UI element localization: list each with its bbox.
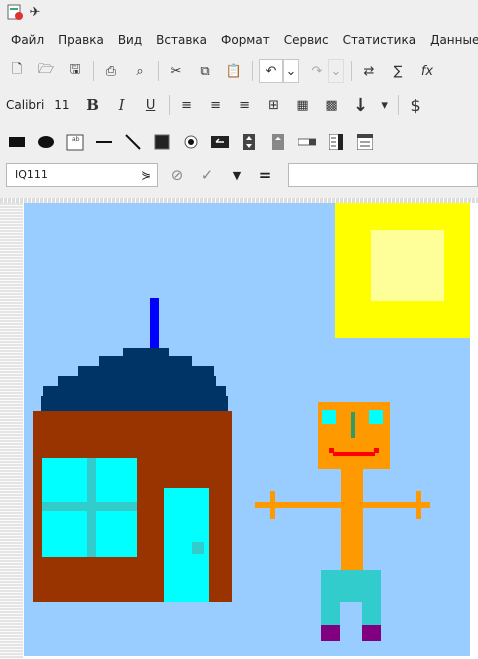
undo-icon[interactable]: ↶ [259,59,283,83]
sun-core [371,230,444,301]
scrollbar-icon[interactable] [296,131,318,153]
italic-icon[interactable]: I [111,94,133,116]
person-right-leg [362,600,381,627]
toolbar-separator [351,61,352,81]
arrow-line-icon[interactable] [122,131,144,153]
menu-statistics[interactable]: Статистика [336,33,424,47]
person-mouth-corner [329,448,334,453]
sort-icon[interactable]: ↓ [350,94,372,116]
door-knob [192,542,204,554]
person-mouth [333,452,375,456]
open-icon[interactable]: 🗁 [35,60,57,82]
rectangle-icon[interactable] [6,131,28,153]
svg-text:ab: ab [72,136,80,143]
font-name[interactable]: Calibri [6,98,44,112]
person-right-shoe [362,625,381,641]
person-arms [255,502,430,508]
house-chimney [150,298,159,348]
align-right-icon[interactable]: ≡ [234,94,256,116]
ellipse-icon[interactable] [35,131,57,153]
name-box[interactable]: IQ111 ⋟ [6,163,158,187]
align-left-icon[interactable]: ≡ [176,94,198,116]
redo-dropdown-icon[interactable]: ⌄ [328,59,344,83]
font-size[interactable]: 11 [54,98,69,112]
sort-dropdown-icon[interactable]: ▾ [379,94,391,116]
person-left-shoe [321,625,340,641]
pin-icon[interactable]: ✈ [24,1,46,23]
spreadsheet-grid[interactable] [0,198,478,659]
menu-view[interactable]: Вид [111,33,149,47]
person-nose [351,412,355,438]
title-bar: ✈ [0,0,478,24]
menu-edit[interactable]: Правка [51,33,111,47]
formatting-toolbar: Calibri 11 B I U ≡ ≡ ≡ ⊞ ▦ ▩ ↓ ▾ $ [0,90,478,120]
spin-icon[interactable] [238,131,260,153]
accept-icon[interactable]: ✓ [196,164,218,186]
currency-icon[interactable]: $ [405,94,427,116]
toolbar-separator [158,61,159,81]
square-icon[interactable] [151,131,173,153]
formula-input[interactable] [288,163,478,187]
formula-bar: IQ111 ⋟ ⊘ ✓ ▼ = [0,158,478,194]
drawing-toolbar: ab [0,127,478,157]
copy-icon[interactable]: ⧉ [194,60,216,82]
menu-file[interactable]: Файл [4,33,51,47]
callout-icon[interactable]: ab [64,131,86,153]
function-wizard-dropdown-icon[interactable]: ▼ [226,164,248,186]
bold-icon[interactable]: B [82,94,104,116]
name-box-value: IQ111 [15,168,48,181]
background-icon[interactable]: ▩ [321,94,343,116]
underline-icon[interactable]: U [140,94,162,116]
menu-format[interactable]: Формат [214,33,277,47]
menu-tools[interactable]: Сервис [277,33,336,47]
menu-data[interactable]: Данные [423,33,478,47]
person-right-hand [416,491,421,519]
function-icon[interactable]: fx [416,60,438,82]
line-icon[interactable] [93,131,115,153]
find-replace-icon[interactable]: ⇄ [358,60,380,82]
window-frame-horizontal [42,502,137,511]
standard-toolbar: 🗋 🗁 🖫 ⎙ ⌕ ✂ ⧉ 📋 ↶ ⌄ ↷ ⌄ ⇄ ∑ fx [0,56,478,86]
person-hips [321,570,381,602]
undo-dropdown-icon[interactable]: ⌄ [283,59,299,83]
scroll-spin-icon[interactable] [267,131,289,153]
person-left-eye [322,410,336,424]
person-right-eye [369,410,383,424]
print-preview-icon[interactable]: ⌕ [129,60,151,82]
menu-bar: Файл Правка Вид Вставка Формат Сервис Ст… [0,24,478,56]
person-left-leg [321,600,340,627]
form-icon[interactable] [354,131,376,153]
merge-icon[interactable]: ⊞ [263,94,285,116]
person-body [341,469,363,575]
listbox-icon[interactable] [325,131,347,153]
menu-insert[interactable]: Вставка [149,33,214,47]
toolbar-separator [252,61,253,81]
roof-step [41,396,228,411]
save-icon[interactable]: 🖫 [64,60,86,82]
align-center-icon[interactable]: ≡ [205,94,227,116]
borders-icon[interactable]: ▦ [292,94,314,116]
print-icon[interactable]: ⎙ [100,60,122,82]
app-icon [4,1,26,23]
row-headers[interactable] [0,203,23,659]
radio-icon[interactable] [180,131,202,153]
cancel-icon[interactable]: ⊘ [166,164,188,186]
person-mouth-corner [374,448,379,453]
name-box-dropdown-icon[interactable]: ⋟ [141,164,151,186]
cut-icon[interactable]: ✂ [165,60,187,82]
redo-icon[interactable]: ↷ [306,60,328,82]
equals-icon[interactable]: = [254,164,276,186]
paste-icon[interactable]: 📋 [223,60,245,82]
toolbar-separator [397,95,399,115]
toolbar-separator [168,95,170,115]
toolbar-separator [93,61,94,81]
person-left-hand [270,491,275,519]
new-icon[interactable]: 🗋 [6,60,28,82]
button-icon[interactable] [209,131,231,153]
sum-icon[interactable]: ∑ [387,60,409,82]
